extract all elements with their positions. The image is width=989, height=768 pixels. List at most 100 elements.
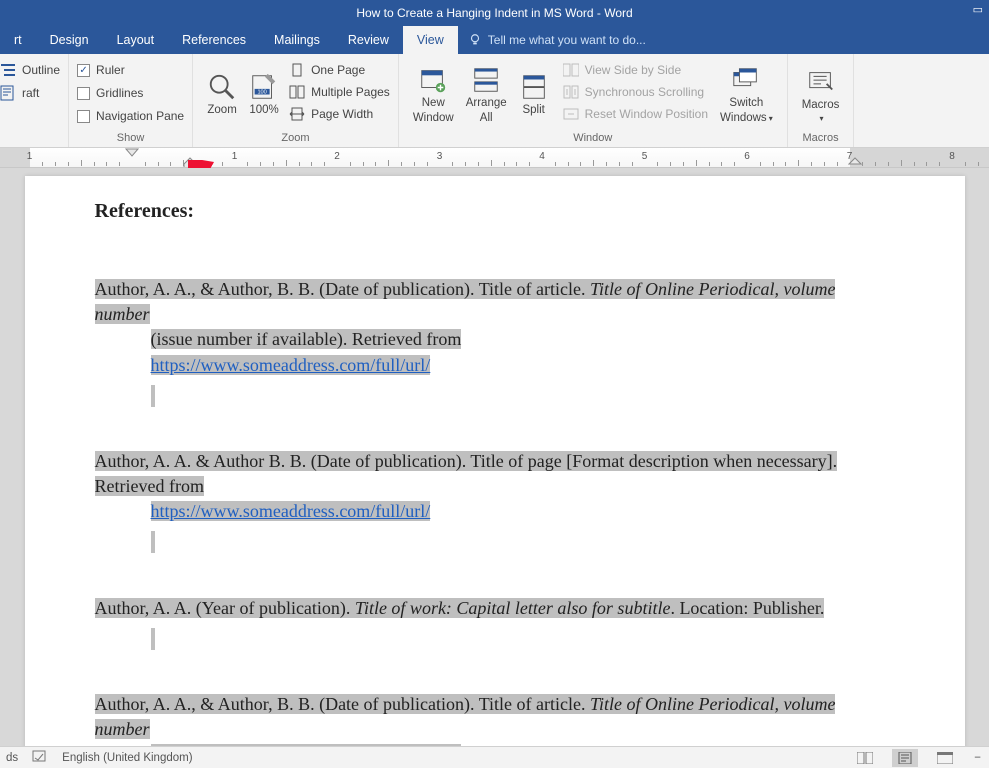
- window-controls: ▭: [963, 2, 983, 16]
- tab-design[interactable]: Design: [36, 26, 103, 54]
- gridlines-label: Gridlines: [96, 86, 143, 100]
- tab-insert[interactable]: rt: [0, 26, 36, 54]
- navigation-pane-checkbox[interactable]: Navigation Pane: [77, 106, 184, 126]
- zoom-group-label: Zoom: [201, 132, 390, 147]
- ref1-text2: (issue number if available). Retrieved f…: [151, 329, 462, 349]
- tab-view[interactable]: View: [403, 26, 458, 54]
- zoom-label: Zoom: [207, 104, 236, 117]
- page: References: Author, A. A., & Author, B. …: [25, 176, 965, 746]
- ruler-number: 1: [27, 151, 33, 162]
- page-width-icon: [289, 107, 305, 121]
- ruler-number: 8: [949, 151, 955, 162]
- ref1-text: Author, A. A., & Author, B. B. (Date of …: [95, 279, 591, 299]
- reset-window-label: Reset Window Position: [585, 107, 708, 121]
- ribbon-options-icon[interactable]: ▭: [973, 4, 983, 16]
- switch-windows-icon: [731, 65, 761, 95]
- new-window-button[interactable]: New Window: [407, 58, 460, 132]
- outline-view-button[interactable]: Outline: [0, 60, 60, 80]
- window-title: How to Create a Hanging Indent in MS Wor…: [356, 6, 632, 20]
- outline-label: Outline: [22, 63, 60, 77]
- view-side-by-side-button: View Side by Side: [563, 60, 708, 80]
- ref3-text1: Author, A. A. (Year of publication).: [95, 598, 355, 618]
- tab-mailings[interactable]: Mailings: [260, 26, 334, 54]
- web-layout-button[interactable]: [932, 749, 958, 767]
- macros-button[interactable]: Macros ▾: [796, 58, 846, 132]
- views-group-label: [0, 132, 60, 147]
- navpane-label: Navigation Pane: [96, 109, 184, 123]
- status-words[interactable]: ds: [6, 752, 18, 764]
- ruler-number: 1: [232, 151, 238, 162]
- new-window-label2: Window: [413, 112, 454, 125]
- page-width-button[interactable]: Page Width: [289, 104, 390, 124]
- split-label: Split: [522, 104, 544, 117]
- macros-label: Macros: [802, 99, 840, 112]
- reset-window-position-button: Reset Window Position: [563, 104, 708, 124]
- draft-label: raft: [22, 86, 39, 100]
- reference-3[interactable]: Author, A. A. (Year of publication). Tit…: [95, 596, 895, 650]
- zoom-button[interactable]: Zoom: [201, 58, 243, 132]
- ruler-number: 4: [539, 151, 545, 162]
- window-group-label: Window: [407, 132, 779, 147]
- outline-icon: [0, 62, 16, 78]
- tab-review[interactable]: Review: [334, 26, 403, 54]
- status-bar: ds English (United Kingdom) −: [0, 746, 989, 768]
- zoom-out-button[interactable]: −: [972, 752, 983, 764]
- first-line-indent-marker[interactable]: [125, 148, 139, 158]
- one-page-label: One Page: [311, 63, 365, 77]
- ruler-label: Ruler: [96, 63, 125, 77]
- arrange-all-icon: [471, 65, 501, 95]
- one-page-button[interactable]: One Page: [289, 60, 390, 80]
- zoom-100-label: 100%: [249, 104, 278, 117]
- read-mode-button[interactable]: [852, 749, 878, 767]
- ruler-number: 3: [437, 151, 443, 162]
- ref1-link[interactable]: https://www.someaddress.com/full/url/: [151, 355, 431, 375]
- horizontal-ruler[interactable]: 112345678: [0, 148, 989, 168]
- sync-scroll-icon: [563, 85, 579, 99]
- arrange-all-button[interactable]: Arrange All: [460, 58, 513, 132]
- macros-icon: [806, 67, 836, 97]
- title-bar: How to Create a Hanging Indent in MS Wor…: [0, 0, 989, 26]
- gridlines-checkbox[interactable]: Gridlines: [77, 83, 184, 103]
- reset-window-icon: [563, 107, 579, 121]
- print-layout-button[interactable]: [892, 749, 918, 767]
- switch-windows-button[interactable]: Switch Windows▾: [714, 58, 779, 132]
- document-area[interactable]: References: Author, A. A., & Author, B. …: [0, 168, 989, 746]
- reference-4[interactable]: Author, A. A., & Author, B. B. (Date of …: [95, 692, 895, 746]
- multiple-pages-icon: [289, 85, 305, 99]
- language-status[interactable]: English (United Kingdom): [62, 752, 192, 764]
- ribbon-tabs: rt Design Layout References Mailings Rev…: [0, 26, 989, 54]
- split-button[interactable]: Split: [513, 58, 555, 132]
- reference-2[interactable]: Author, A. A. & Author B. B. (Date of pu…: [95, 449, 895, 554]
- ref2-link[interactable]: https://www.someaddress.com/full/url/: [151, 501, 431, 521]
- arrange-label2: All: [480, 112, 493, 125]
- ribbon: Outline raft ✓Ruler Gridlines Navigation…: [0, 54, 989, 148]
- zoom-100-button[interactable]: 100 100%: [243, 58, 285, 132]
- arrange-label1: Arrange: [466, 97, 507, 110]
- macros-dropdown-icon: ▾: [820, 114, 824, 123]
- side-by-side-label: View Side by Side: [585, 63, 682, 77]
- multiple-pages-button[interactable]: Multiple Pages: [289, 82, 390, 102]
- zoom-icon: [207, 72, 237, 102]
- proofing-icon[interactable]: [32, 749, 48, 766]
- new-window-icon: [418, 65, 448, 95]
- draft-icon: [0, 85, 16, 101]
- new-window-label1: New: [422, 97, 445, 110]
- hanging-indent-marker[interactable]: [183, 157, 197, 168]
- tell-me[interactable]: Tell me what you want to do...: [458, 26, 646, 54]
- synchronous-scrolling-button: Synchronous Scrolling: [563, 82, 708, 102]
- ref4-text: Author, A. A., & Author, B. B. (Date of …: [95, 694, 591, 714]
- draft-view-button[interactable]: raft: [0, 83, 60, 103]
- ruler-number: 5: [642, 151, 648, 162]
- ref3-italic: Title of work: Capital letter also for s…: [355, 598, 671, 618]
- ruler-checkbox[interactable]: ✓Ruler: [77, 60, 184, 80]
- right-indent-marker[interactable]: [848, 157, 862, 167]
- split-icon: [519, 72, 549, 102]
- tab-layout[interactable]: Layout: [103, 26, 169, 54]
- ruler-number: 6: [744, 151, 750, 162]
- reference-1[interactable]: Author, A. A., & Author, B. B. (Date of …: [95, 277, 895, 407]
- tab-references[interactable]: References: [168, 26, 260, 54]
- zoom-100-icon: 100: [249, 72, 279, 102]
- lightbulb-icon: [468, 33, 482, 47]
- svg-text:100: 100: [258, 90, 267, 96]
- side-by-side-icon: [563, 63, 579, 77]
